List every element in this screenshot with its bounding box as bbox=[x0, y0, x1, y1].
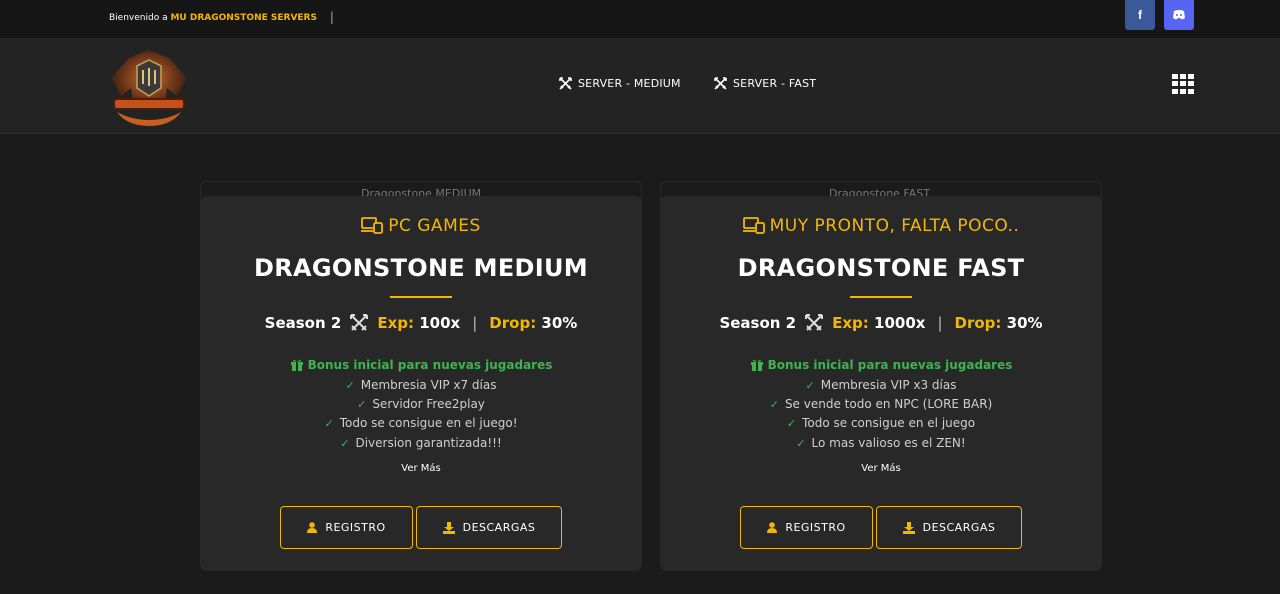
feature-item: ✓ Membresia VIP x3 días bbox=[660, 376, 1102, 395]
discord-button[interactable] bbox=[1164, 0, 1194, 30]
feature-item: ✓ Todo se consigue en el juego! bbox=[200, 414, 642, 433]
drop-label: Drop: bbox=[954, 314, 1002, 332]
bonus-heading: Bonus inicial para nuevas jugadares bbox=[660, 358, 1102, 372]
feature-text: Se vende todo en NPC (LORE BAR) bbox=[784, 397, 993, 412]
stats-divider: | bbox=[937, 314, 943, 332]
check-icon: ✓ bbox=[796, 436, 806, 450]
drop-value: 30% bbox=[541, 314, 578, 332]
facebook-icon: f bbox=[1138, 8, 1142, 22]
exp-value: 100x bbox=[419, 314, 461, 332]
exp-label: Exp: bbox=[377, 314, 414, 332]
check-icon: ✓ bbox=[769, 398, 779, 412]
server-title: DRAGONSTONE MEDIUM bbox=[254, 254, 588, 282]
download-button[interactable]: DESCARGAS bbox=[876, 506, 1022, 549]
nav-server-fast[interactable]: SERVER - FAST bbox=[714, 77, 816, 90]
card-tag-label: PC GAMES bbox=[388, 216, 481, 236]
welcome-message: Bienvenido a MU DRAGONSTONE SERVERS | bbox=[109, 9, 334, 24]
feature-list: ✓ Membresia VIP x7 días ✓ Servidor Free2pl… bbox=[200, 376, 642, 453]
feature-item: ✓ Diversion garantizada!!! bbox=[200, 434, 642, 453]
download-icon bbox=[902, 521, 915, 534]
crossed-swords-icon bbox=[805, 314, 824, 331]
facebook-button[interactable]: f bbox=[1125, 0, 1155, 30]
feature-text: Lo mas valioso es el ZEN! bbox=[811, 435, 966, 450]
exp-label: Exp: bbox=[832, 314, 869, 332]
drop-value: 30% bbox=[1006, 314, 1043, 332]
title-underline bbox=[850, 296, 912, 298]
feature-text: Todo se consigue en el juego! bbox=[339, 416, 518, 431]
user-icon bbox=[767, 522, 778, 533]
feature-text: Todo se consigue en el juego bbox=[802, 416, 976, 431]
season-value: Season 2 bbox=[719, 314, 797, 332]
download-label: DESCARGAS bbox=[922, 521, 996, 534]
top-bar: Bienvenido a MU DRAGONSTONE SERVERS | f bbox=[0, 0, 1280, 38]
discord-icon bbox=[1173, 10, 1185, 20]
check-icon: ✓ bbox=[357, 398, 367, 412]
feature-item: ✓ Lo mas valioso es el ZEN! bbox=[660, 434, 1102, 453]
server-stats: Season 2 Exp: 100x | Drop: 30% bbox=[200, 313, 642, 333]
ver-mas-link[interactable]: Ver Más bbox=[660, 463, 1102, 474]
register-button[interactable]: REGISTRO bbox=[740, 506, 873, 549]
exp-value: 1000x bbox=[874, 314, 926, 332]
download-label: DESCARGAS bbox=[462, 521, 536, 534]
main-header: SERVER - MEDIUM SERVER - FAST bbox=[0, 38, 1280, 134]
check-icon: ✓ bbox=[340, 436, 350, 450]
feature-item: ✓ Membresia VIP x7 días bbox=[200, 376, 642, 395]
nav-label: SERVER - MEDIUM bbox=[578, 77, 681, 90]
check-icon: ✓ bbox=[805, 379, 815, 392]
nav-server-medium[interactable]: SERVER - MEDIUM bbox=[559, 77, 681, 90]
devices-icon bbox=[361, 217, 384, 234]
crossed-swords-icon bbox=[350, 314, 369, 331]
gift-icon bbox=[750, 359, 763, 371]
welcome-text: Bienvenido a bbox=[109, 13, 168, 23]
devices-icon bbox=[742, 217, 765, 234]
ver-mas-link[interactable]: Ver Más bbox=[200, 463, 642, 474]
feature-item: ✓ Se vende todo en NPC (LORE BAR) bbox=[660, 395, 1102, 414]
card-tag: PC GAMES bbox=[200, 216, 642, 236]
bonus-text: Bonus inicial para nuevas jugadares bbox=[767, 358, 1013, 372]
server-card-body: MUY PRONTO, FALTA POCO.. DRAGONSTONE FAS… bbox=[660, 196, 1102, 571]
server-title: DRAGONSTONE FAST bbox=[737, 254, 1025, 282]
dragonstone-logo[interactable] bbox=[107, 48, 191, 128]
check-icon: ✓ bbox=[324, 417, 334, 431]
nav-label: SERVER - FAST bbox=[733, 77, 817, 90]
drop-label: Drop: bbox=[489, 314, 537, 332]
feature-text: Membresia VIP x3 días bbox=[820, 378, 957, 392]
server-card-medium: Dragonstone MEDIUM PC GAMES DRAGONSTONE … bbox=[200, 181, 642, 571]
card-tag-label: MUY PRONTO, FALTA POCO.. bbox=[769, 216, 1020, 236]
download-icon bbox=[442, 521, 455, 534]
register-label: REGISTRO bbox=[785, 521, 846, 534]
register-label: REGISTRO bbox=[325, 521, 386, 534]
feature-text: Servidor Free2play bbox=[372, 397, 485, 412]
gift-icon bbox=[290, 359, 303, 371]
feature-list: ✓ Membresia VIP x3 días ✓ Se vende todo en… bbox=[660, 376, 1102, 453]
brand-name: MU DRAGONSTONE SERVERS bbox=[170, 13, 317, 23]
swords-icon bbox=[559, 77, 572, 90]
swords-icon bbox=[714, 77, 727, 90]
register-button[interactable]: REGISTRO bbox=[280, 506, 413, 549]
feature-item: ✓ Todo se consigue en el juego bbox=[660, 414, 1102, 433]
download-button[interactable]: DESCARGAS bbox=[416, 506, 562, 549]
server-card-fast: Dragonstone FAST MUY PRONTO, FALTA POCO.… bbox=[660, 181, 1102, 571]
check-icon: ✓ bbox=[786, 417, 797, 431]
server-card-body: PC GAMES DRAGONSTONE MEDIUM Season 2 Exp… bbox=[200, 196, 642, 571]
bonus-text: Bonus inicial para nuevas jugadares bbox=[307, 358, 553, 372]
title-underline bbox=[390, 296, 452, 298]
separator: | bbox=[329, 10, 334, 24]
feature-text: Diversion garantizada!!! bbox=[355, 435, 502, 450]
season-value: Season 2 bbox=[264, 314, 342, 332]
server-stats: Season 2 Exp: 1000x | Drop: 30% bbox=[660, 313, 1102, 333]
feature-item: ✓ Servidor Free2play bbox=[200, 395, 642, 414]
user-icon bbox=[307, 522, 318, 533]
grid-menu-icon[interactable] bbox=[1172, 74, 1194, 94]
card-tag: MUY PRONTO, FALTA POCO.. bbox=[660, 216, 1102, 236]
feature-text: Membresia VIP x7 días bbox=[360, 378, 497, 392]
bonus-heading: Bonus inicial para nuevas jugadares bbox=[200, 358, 642, 372]
check-icon: ✓ bbox=[345, 379, 355, 392]
stats-divider: | bbox=[472, 314, 478, 332]
